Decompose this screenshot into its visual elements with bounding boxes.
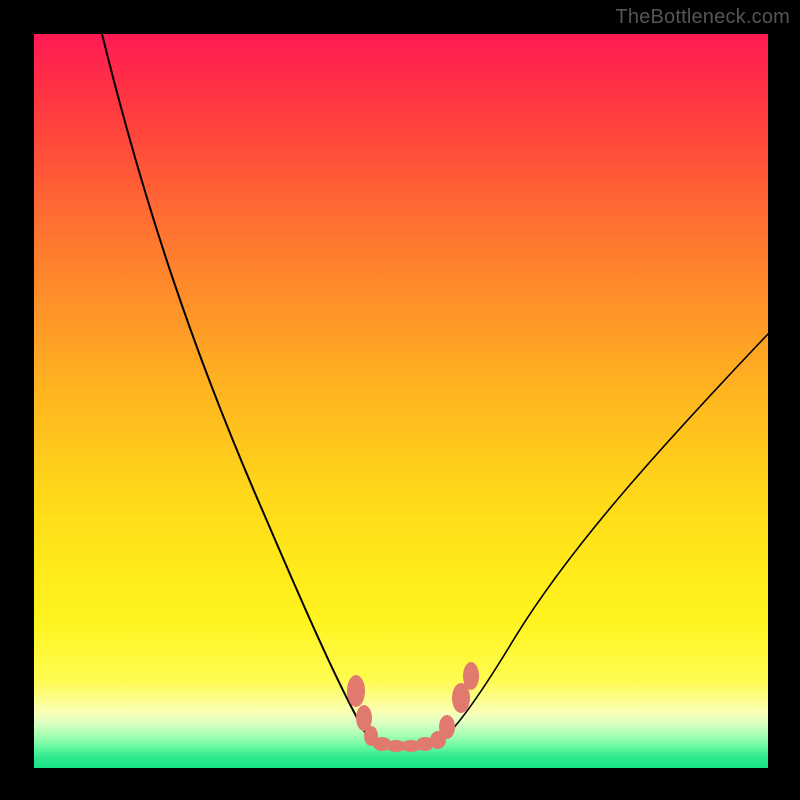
- marker-dot: [347, 675, 365, 707]
- curve-left-branch: [102, 34, 374, 742]
- bottleneck-curve: [34, 34, 768, 768]
- watermark-text: TheBottleneck.com: [615, 6, 790, 29]
- valley-markers: [347, 662, 479, 752]
- marker-dot: [463, 662, 479, 690]
- plot-area: [34, 34, 768, 768]
- curve-right-branch: [438, 334, 768, 743]
- marker-dot: [439, 715, 455, 739]
